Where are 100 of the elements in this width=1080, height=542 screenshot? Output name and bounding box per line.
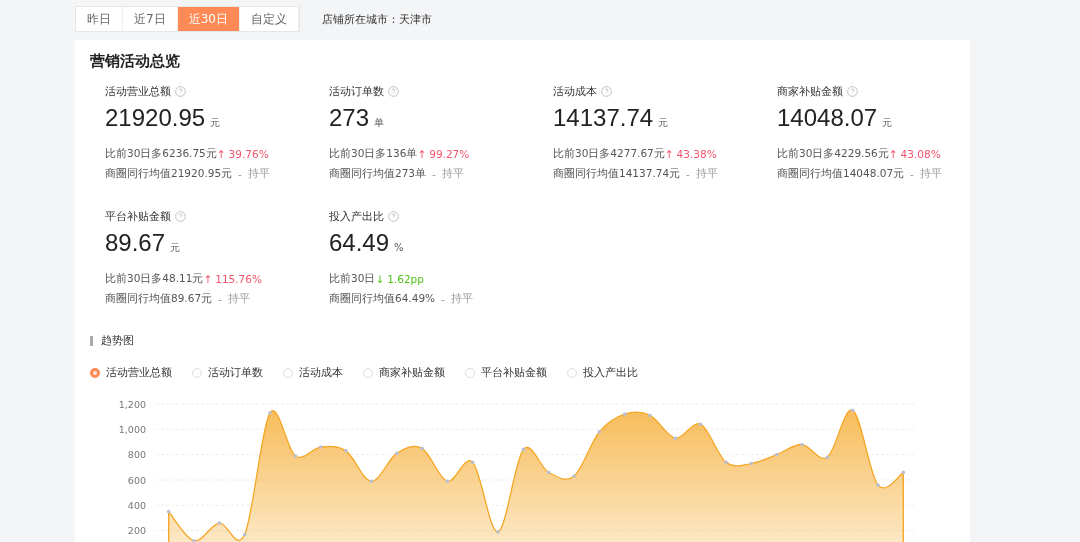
change-percent: 43.38%: [676, 148, 717, 160]
metric-unit: 元: [658, 116, 669, 130]
data-point: [622, 412, 627, 416]
data-point: [369, 479, 374, 484]
metric-unit: 元: [882, 116, 893, 130]
peer-average-text: 商圈同行均值21920.95元: [105, 167, 233, 181]
data-point: [648, 413, 652, 418]
metric-radio-option[interactable]: 商家补贴金额: [363, 365, 445, 380]
metric-label: 平台补贴金额: [105, 208, 171, 224]
data-point: [850, 408, 855, 413]
peer-average-text: 商圈同行均值273单: [329, 167, 427, 181]
trend-arrow: ↑: [664, 148, 674, 160]
data-point: [698, 422, 703, 427]
separator-text: -: [910, 168, 914, 180]
metric-value: 21920.95: [105, 104, 206, 132]
help-icon[interactable]: [175, 210, 186, 222]
metric-unit: 元: [210, 116, 221, 130]
title-bar-icon: [90, 335, 93, 346]
data-point: [901, 470, 906, 475]
metric-label: 商家补贴金额: [777, 83, 843, 99]
data-point: [546, 470, 551, 475]
radio-indicator[interactable]: [90, 367, 100, 378]
data-point: [268, 411, 272, 415]
change-percent: 115.76%: [215, 273, 262, 285]
trend-arrow: ↑: [216, 148, 226, 160]
compare-text: 比前30日多136单: [329, 147, 418, 161]
metric-value: 89.67: [105, 229, 166, 257]
help-icon[interactable]: [175, 85, 186, 97]
metric-radio-option[interactable]: 投入产出比: [567, 365, 638, 380]
data-point: [673, 436, 678, 440]
change-percent: 99.27%: [429, 148, 470, 160]
peer-average-text: 商圈同行均值64.49%: [329, 292, 436, 306]
peer-status-text: 持平: [227, 292, 250, 306]
y-axis-label: 400: [127, 499, 146, 511]
metric-radio-option[interactable]: 平台补贴金额: [465, 365, 547, 380]
help-icon[interactable]: [847, 85, 858, 97]
separator-text: -: [432, 168, 436, 180]
data-point: [724, 460, 728, 465]
section-title: 营销活动总览: [90, 52, 181, 71]
peer-status-text: 持平: [919, 167, 942, 181]
metric-label: 活动订单数: [329, 83, 384, 99]
y-axis-label: 800: [127, 449, 146, 461]
peer-status-text: 持平: [450, 292, 473, 306]
metric-radio-option[interactable]: 活动营业总额: [90, 365, 172, 380]
peer-average-text: 商圈同行均值14048.07元: [777, 167, 905, 181]
trend-arrow: ↑: [203, 273, 213, 285]
change-percent: 39.76%: [228, 148, 269, 160]
data-point: [293, 454, 298, 458]
separator-text: -: [218, 293, 222, 305]
separator-text: -: [238, 168, 242, 180]
separator-text: -: [441, 293, 445, 305]
data-point: [572, 474, 576, 478]
peer-status-text: 持平: [247, 167, 270, 181]
data-point: [445, 479, 450, 484]
data-point: [192, 539, 196, 542]
trend-arrow: ↑: [888, 148, 898, 160]
metric-value: 64.49: [329, 229, 390, 257]
data-point: [749, 461, 754, 466]
data-point: [825, 455, 830, 459]
peer-average-text: 商圈同行均值14137.74元: [553, 167, 681, 181]
y-axis-label: 1,200: [118, 398, 146, 410]
data-point: [800, 442, 804, 447]
trend-arrow: ↑: [417, 148, 427, 160]
data-point: [876, 483, 880, 487]
metric-label: 活动成本: [553, 83, 597, 99]
data-point: [394, 451, 399, 456]
data-point: [166, 509, 171, 514]
peer-status-text: 持平: [441, 167, 464, 181]
metric-value: 273: [329, 104, 370, 132]
metric-unit: %: [394, 242, 404, 253]
metric-unit: 单: [374, 116, 385, 130]
data-point: [420, 446, 424, 451]
data-point: [496, 530, 500, 534]
chart-title: 趋势图: [101, 333, 134, 348]
y-axis-label: 600: [127, 474, 146, 486]
metric-value: 14048.07: [777, 104, 878, 132]
compare-text: 比前30日多4277.67元: [553, 147, 665, 161]
help-icon[interactable]: [388, 85, 399, 97]
compare-text: 比前30日: [329, 272, 376, 286]
metric-radio-option[interactable]: 活动成本: [283, 365, 343, 380]
data-point: [344, 449, 348, 453]
compare-text: 比前30日多48.11元: [105, 272, 204, 286]
metric-label: 活动营业总额: [105, 83, 171, 99]
y-axis-label: 200: [127, 525, 146, 537]
trend-arrow: ↓: [375, 273, 385, 285]
metric-value: 14137.74: [553, 104, 654, 132]
peer-average-text: 商圈同行均值89.67元: [105, 292, 213, 306]
help-icon[interactable]: [601, 85, 612, 97]
metric-unit: 元: [170, 241, 181, 255]
peer-status-text: 持平: [695, 167, 718, 181]
metric-radio-option[interactable]: 活动订单数: [192, 365, 263, 380]
data-point: [242, 532, 247, 537]
data-point: [521, 447, 526, 452]
compare-text: 比前30日多4229.56元: [777, 147, 889, 161]
separator-text: -: [686, 168, 690, 180]
change-percent: 43.08%: [900, 148, 941, 160]
data-point: [470, 460, 475, 465]
help-icon[interactable]: [388, 210, 399, 222]
change-percent: 1.62pp: [387, 273, 424, 285]
data-point: [597, 430, 602, 434]
